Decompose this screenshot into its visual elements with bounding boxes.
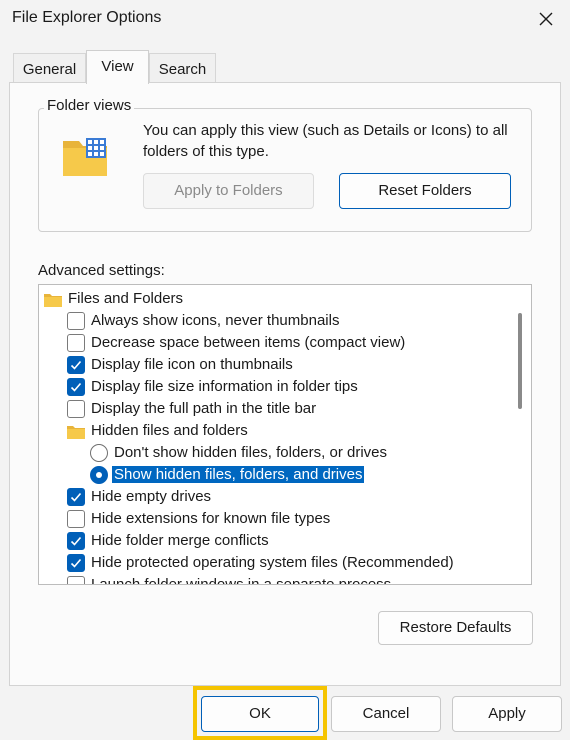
- checkbox-unchecked[interactable]: [67, 510, 85, 528]
- setting-label: Display the full path in the title bar: [91, 400, 317, 417]
- setting-label: Display file icon on thumbnails: [91, 356, 293, 373]
- checkmark-icon: [70, 382, 82, 392]
- folder-icon: [67, 426, 85, 439]
- checkbox-checked[interactable]: [67, 488, 85, 506]
- checkbox-checked[interactable]: [67, 532, 85, 550]
- setting-label: Hide extensions for known file types: [91, 510, 331, 527]
- tab-general-label: General: [22, 61, 77, 78]
- apply-label: Apply: [488, 705, 526, 722]
- reset-folders-label: Reset Folders: [378, 182, 472, 199]
- tab-view-label: View: [101, 58, 134, 75]
- setting-label-selected: Show hidden files, folders, and drives: [110, 465, 366, 484]
- tab-search[interactable]: Search: [149, 53, 216, 83]
- checkbox-checked[interactable]: [67, 554, 85, 572]
- checkbox-checked[interactable]: [67, 378, 85, 396]
- title-bar: File Explorer Options: [0, 0, 570, 40]
- cancel-label: Cancel: [362, 705, 410, 722]
- tab-general[interactable]: General: [13, 53, 86, 83]
- radio-selected[interactable]: [90, 466, 108, 484]
- scrollbar-thumb[interactable]: [518, 313, 522, 409]
- setting-label: Decrease space between items (compact vi…: [91, 334, 406, 351]
- window-title: File Explorer Options: [12, 9, 162, 26]
- folder-icon: [44, 294, 62, 307]
- folder-views-icon: [62, 135, 110, 181]
- apply-to-folders-button[interactable]: Apply to Folders: [143, 173, 314, 209]
- tree-folder-label: Files and Folders: [68, 290, 184, 307]
- folder-views-description: You can apply this view (such as Details…: [143, 122, 508, 160]
- advanced-settings-tree[interactable]: Files and Folders Always show icons, nev…: [38, 284, 532, 585]
- checkmark-icon: [70, 536, 82, 546]
- close-button[interactable]: [528, 4, 564, 34]
- tab-search-label: Search: [158, 61, 207, 78]
- advanced-settings-label: Advanced settings:: [38, 262, 165, 279]
- checkbox-unchecked[interactable]: [67, 334, 85, 352]
- setting-label: Hide empty drives: [91, 488, 212, 505]
- ok-highlight-frame: [193, 686, 327, 740]
- apply-to-folders-label: Apply to Folders: [174, 182, 283, 199]
- checkbox-checked[interactable]: [67, 356, 85, 374]
- setting-label: Launch folder windows in a separate proc…: [91, 576, 392, 585]
- checkmark-icon: [70, 558, 82, 568]
- restore-defaults-button[interactable]: Restore Defaults: [378, 611, 533, 645]
- tab-view[interactable]: View: [86, 50, 149, 84]
- setting-label: Display file size information in folder …: [91, 378, 358, 395]
- checkbox-unchecked[interactable]: [67, 576, 85, 584]
- tree-folder-label: Hidden files and folders: [91, 422, 248, 439]
- cancel-button[interactable]: Cancel: [331, 696, 441, 732]
- apply-button[interactable]: Apply: [452, 696, 562, 732]
- checkmark-icon: [70, 492, 82, 502]
- checkbox-unchecked[interactable]: [67, 312, 85, 330]
- vertical-scrollbar[interactable]: [509, 285, 531, 584]
- setting-label: Always show icons, never thumbnails: [91, 312, 340, 329]
- checkbox-unchecked[interactable]: [67, 400, 85, 418]
- radio-unselected[interactable]: [90, 444, 108, 462]
- close-icon: [539, 12, 553, 26]
- setting-label: Hide folder merge conflicts: [91, 532, 269, 549]
- setting-label: Hide protected operating system files (R…: [91, 554, 454, 571]
- reset-folders-button[interactable]: Reset Folders: [339, 173, 511, 209]
- setting-label: Don't show hidden files, folders, or dri…: [114, 444, 387, 461]
- checkmark-icon: [70, 360, 82, 370]
- restore-defaults-label: Restore Defaults: [399, 619, 512, 636]
- folder-views-legend: Folder views: [44, 97, 135, 114]
